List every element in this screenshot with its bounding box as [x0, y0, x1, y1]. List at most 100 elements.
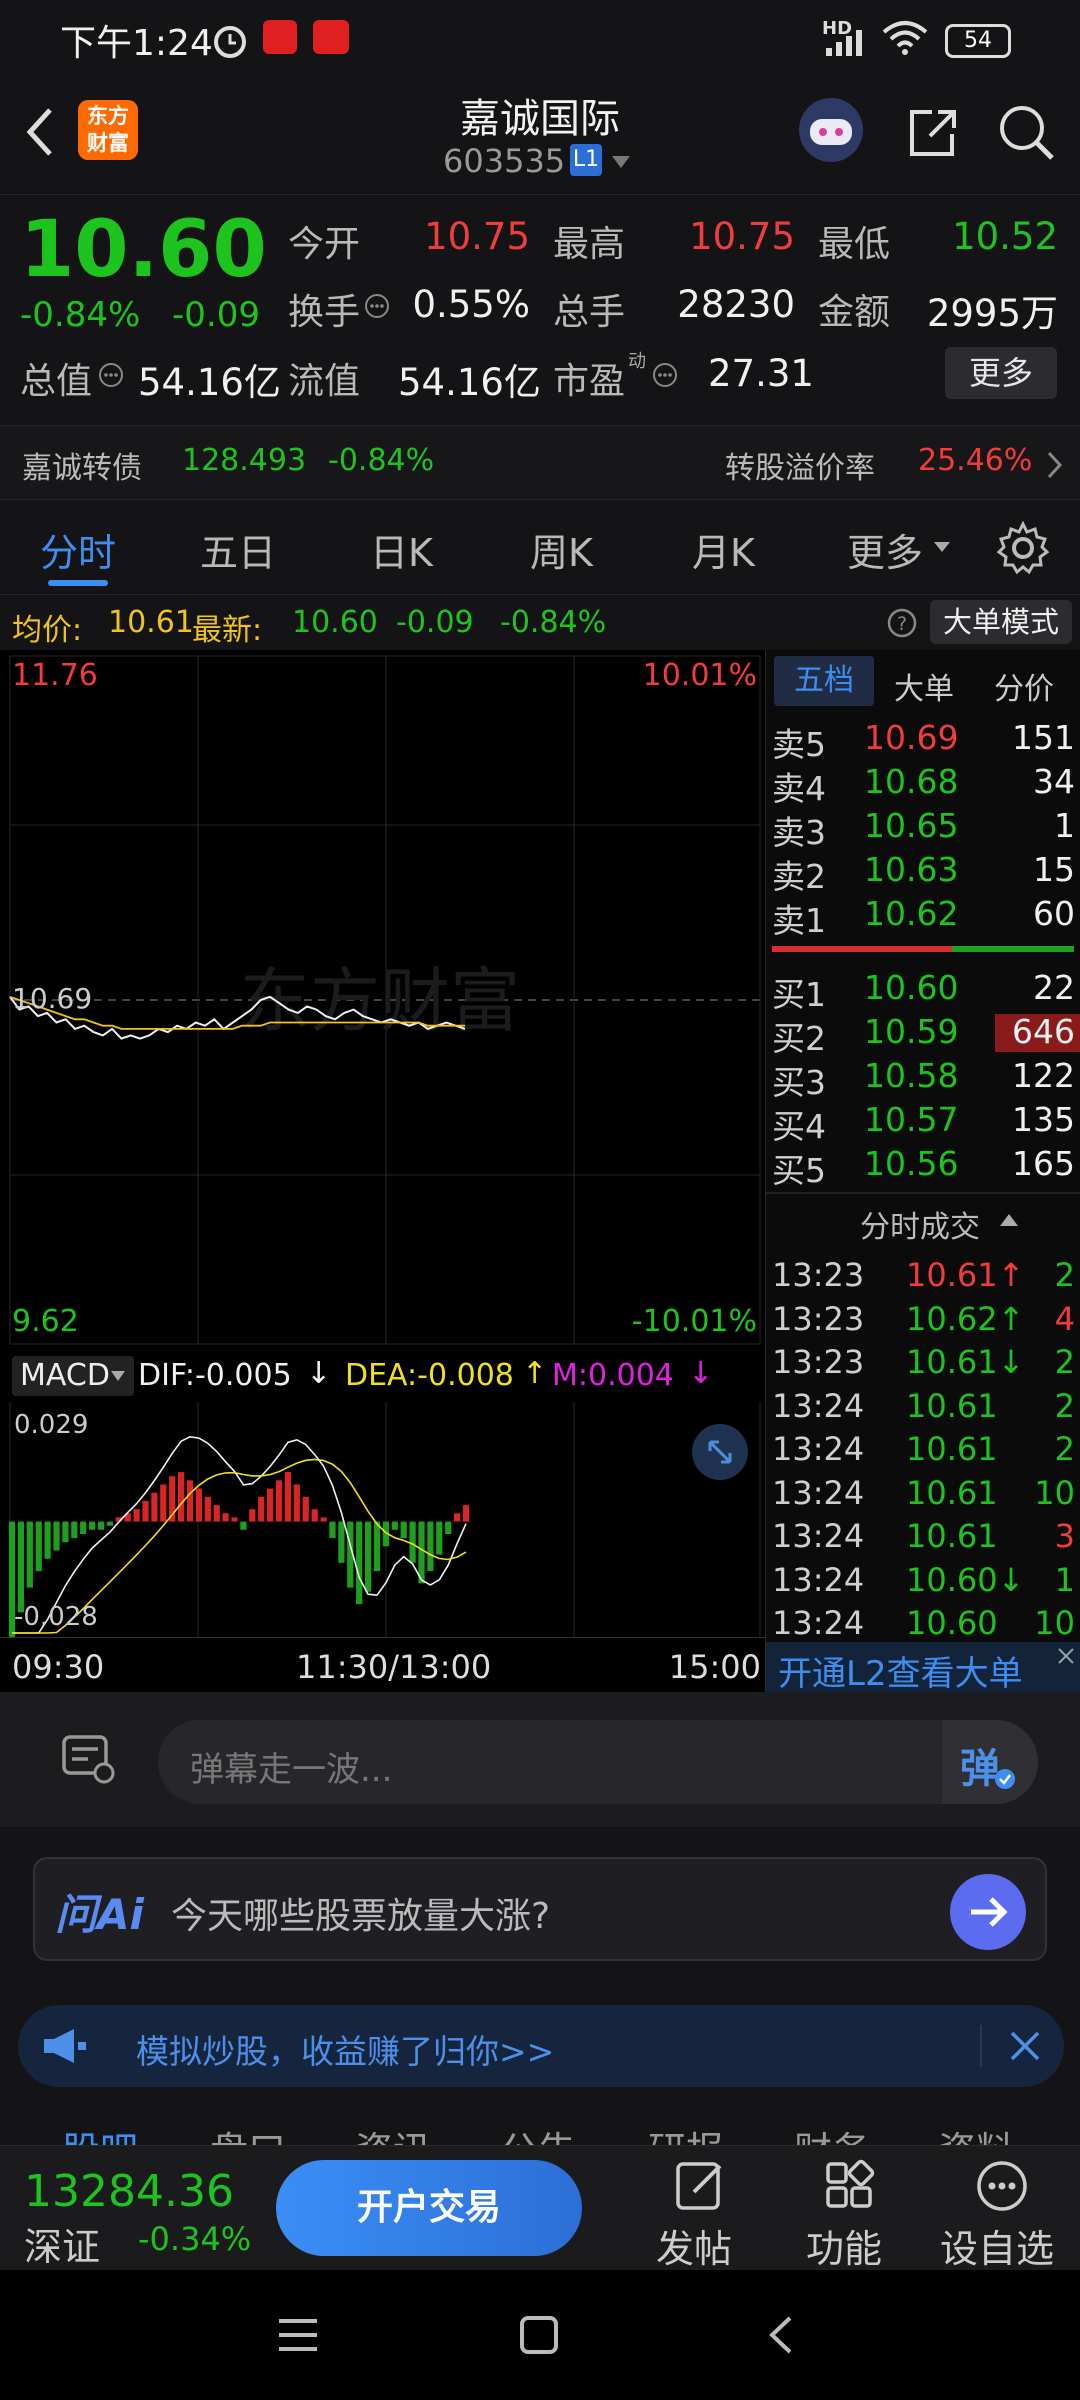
trade-volume: 3 [1054, 1517, 1075, 1555]
macd-bar [391, 1521, 398, 1530]
trade-time: 13:24 [772, 1560, 865, 1599]
close-icon[interactable] [1056, 1646, 1076, 1666]
share-icon[interactable] [902, 102, 962, 162]
tab-announcements[interactable]: 公告 [500, 2120, 576, 2145]
macd-bar [231, 1517, 238, 1522]
macd-bar [204, 1496, 211, 1522]
bond-change: -0.84% [328, 443, 435, 478]
ai-search-box[interactable]: 问Ai 今天哪些股票放量大涨? [33, 1857, 1047, 1961]
l2-link[interactable]: 开通L2查看大单 [778, 1646, 1023, 1695]
tab-research[interactable]: 研报 [648, 2120, 724, 2145]
dif-down-arrow-icon: ↓ [306, 1356, 332, 1391]
tab-monthly-k[interactable]: 月K [692, 522, 755, 577]
trade-volume: 2 [1054, 1343, 1075, 1381]
info-dots-icon[interactable] [98, 362, 124, 388]
chart-period-tabs: 分时 五日 日K 周K 月K 更多 [0, 500, 1080, 595]
trade-price: 10.60 [906, 1604, 998, 1642]
post-label: 发帖 [656, 2227, 733, 2271]
promo-banner[interactable]: 模拟炒股，收益赚了归你>> [18, 2005, 1064, 2087]
system-nav-bar [0, 2270, 1080, 2400]
robot-assistant-icon[interactable] [796, 95, 866, 165]
arrow-right-icon[interactable] [949, 1873, 1027, 1951]
index-ticker[interactable]: 13284.36 深证 -0.34% [0, 2146, 265, 2271]
tab-more[interactable]: 更多 [847, 522, 923, 577]
danmu-send-button[interactable]: 弹 [942, 1720, 1038, 1804]
macd-bar [106, 1521, 113, 1526]
caret-down-icon[interactable] [110, 1370, 126, 1382]
amount-label: 金额 [818, 292, 891, 333]
caret-down-icon[interactable] [610, 154, 632, 170]
tab-market-depth[interactable]: 盘口 [210, 2120, 286, 2145]
info-dots-icon[interactable] [652, 362, 678, 388]
chevron-right-icon[interactable] [1044, 450, 1064, 480]
macd-grid [9, 1402, 761, 1637]
trade-volume: 10 [1034, 1473, 1075, 1512]
trade-price: 10.61↓ [906, 1343, 1025, 1381]
tab-financials[interactable]: 财务 [794, 2120, 870, 2145]
convertible-bond-row[interactable]: 嘉诚转债 128.493 -0.84% 转股溢价率 25.46% [0, 425, 1080, 500]
macd-bar [97, 1521, 105, 1530]
axis-bottom-price: 9.62 [12, 1304, 79, 1339]
trade-row: 13:24 10.61 3 [766, 1515, 1080, 1559]
more-dots-icon [977, 2161, 1027, 2211]
gear-icon[interactable] [995, 520, 1051, 576]
back-icon[interactable] [766, 2314, 796, 2356]
last-price: 10.60 [20, 205, 267, 295]
macd-dif: DIF:-0.005 [138, 1358, 292, 1393]
post-button[interactable]: 发帖 [640, 2146, 760, 2271]
edit-icon [676, 2162, 722, 2210]
home-icon[interactable] [518, 2314, 560, 2356]
close-icon[interactable] [1008, 2029, 1042, 2063]
macd-bar [400, 1521, 407, 1539]
trade-time: 13:23 [772, 1299, 865, 1338]
level-badge[interactable]: L1 [570, 144, 602, 176]
macd-bar [436, 1521, 443, 1555]
trade-time: 13:24 [772, 1473, 865, 1512]
trade-volume: 2 [1054, 1430, 1075, 1468]
promo-text[interactable]: 模拟炒股，收益赚了归你>> [136, 2025, 554, 2073]
info-dots-icon[interactable] [364, 293, 390, 319]
macd-bar [89, 1521, 96, 1530]
macd-bar [35, 1521, 42, 1572]
tab-daily-k[interactable]: 日K [370, 522, 433, 577]
macd-bar [17, 1521, 24, 1613]
macd-bar [445, 1521, 452, 1534]
float-cap-value: 54.16亿 [398, 361, 541, 404]
macd-bar [320, 1517, 327, 1522]
macd-bar [409, 1521, 416, 1563]
average-price-row: 均价: 10.61 最新: 10.60 -0.09 -0.84% ? 大单模式 [0, 595, 1080, 650]
danmu-input[interactable]: 弹幕走一波... 弹 [158, 1720, 1038, 1804]
pe-label: 市盈 [553, 361, 626, 402]
low-value: 10.52 [952, 215, 1058, 258]
features-button[interactable]: 功能 [790, 2146, 910, 2271]
tab-forum[interactable]: 股吧 [62, 2120, 138, 2145]
tab-weekly-k[interactable]: 周K [530, 522, 593, 577]
macd-bar [240, 1521, 247, 1530]
tab-profile[interactable]: 资料 [938, 2120, 1014, 2145]
chart-watermark: 东方财富 [240, 960, 520, 1042]
search-icon[interactable] [996, 102, 1056, 162]
danmu-settings-icon[interactable] [58, 1729, 118, 1789]
m-down-arrow-icon: ↓ [688, 1356, 714, 1391]
intraday-chart[interactable]: 东方财富 11.76 10.01% 10.69 9.62 -10.01% [0, 650, 765, 1350]
menu-icon[interactable] [275, 2315, 321, 2355]
tab-intraday[interactable]: 分时 [40, 522, 116, 577]
l2-banner[interactable]: 开通L2查看大单 [766, 1642, 1080, 1695]
alarm-icon [214, 26, 246, 58]
open-account-trade-button[interactable]: 开户交易 [276, 2160, 582, 2256]
expand-icon[interactable] [690, 1422, 750, 1482]
trade-volume: 4 [1054, 1299, 1075, 1338]
add-to-watchlist-button[interactable]: 设自选 [930, 2146, 1075, 2271]
macd-bar [275, 1480, 283, 1522]
macd-bar [338, 1521, 345, 1563]
tab-five-day[interactable]: 五日 [200, 522, 276, 577]
macd-chart[interactable]: 0.029 -0.028 [0, 1402, 765, 1637]
trade-row: 13:23 10.61↑ 2 [766, 1254, 1080, 1298]
more-button[interactable]: 更多 [945, 347, 1057, 399]
help-icon[interactable]: ? [886, 607, 918, 639]
macd-bar [53, 1521, 60, 1551]
turnover-value: 0.55% [412, 283, 530, 326]
big-order-mode-button[interactable]: 大单模式 [930, 600, 1072, 644]
caret-down-icon[interactable] [932, 540, 952, 554]
tab-news[interactable]: 资讯 [355, 2120, 431, 2145]
